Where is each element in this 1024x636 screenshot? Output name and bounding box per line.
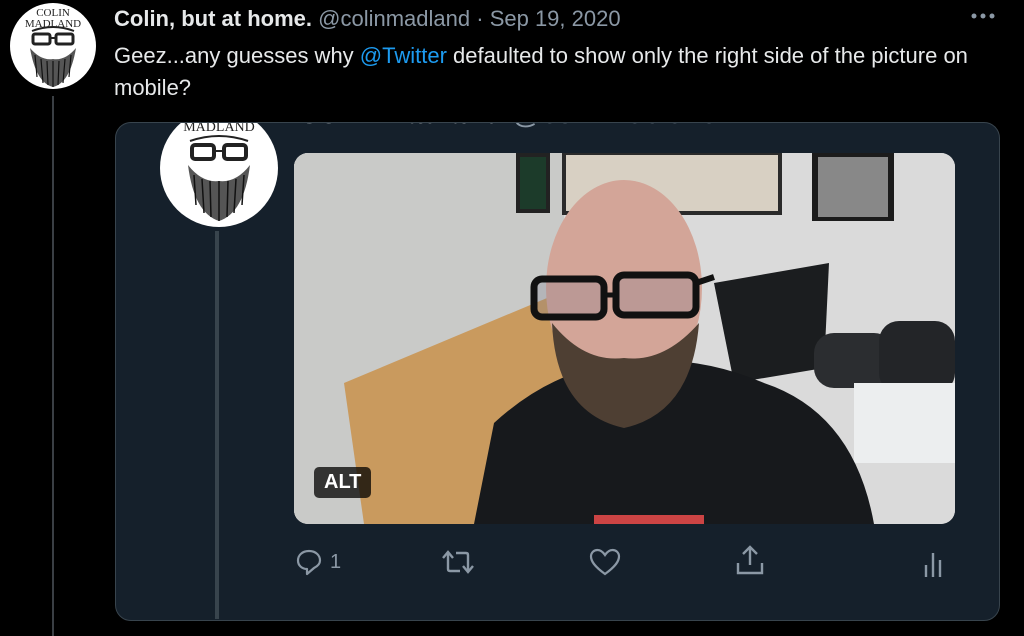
embedded-avatar-text: MADLAND	[183, 122, 255, 135]
analytics-icon	[924, 553, 942, 577]
tweet-header: Colin, but at home. @colinmadland · Sep …	[114, 6, 621, 32]
embedded-time: 12m	[727, 123, 785, 130]
retweet-button[interactable]	[440, 547, 476, 577]
like-button[interactable]	[588, 547, 622, 577]
tweet-text: Geez...any guesses why @Twitter defaulte…	[114, 40, 1004, 104]
shirt-print	[594, 515, 704, 524]
embedded-author-handle: @colinmadland	[511, 123, 718, 130]
glasses-right	[612, 271, 700, 319]
tweet-date[interactable]: Sep 19, 2020	[490, 6, 621, 31]
tweet-photo[interactable]: ALT	[294, 153, 955, 524]
avatar-text-line2: MADLAND	[25, 18, 81, 30]
heart-icon	[589, 548, 621, 576]
reply-icon	[296, 549, 322, 576]
more-horizontal-icon[interactable]	[968, 7, 998, 25]
header-separator: ·	[476, 6, 484, 31]
embedded-tweet-header: Colin Madland @colinmadland 12m	[298, 123, 785, 131]
alt-badge[interactable]: ALT	[314, 467, 372, 498]
mention-link[interactable]: @Twitter	[360, 43, 447, 68]
embedded-author-name: Colin Madland	[298, 123, 503, 130]
author-handle[interactable]: @colinmadland	[318, 6, 470, 31]
embedded-thread-line	[215, 231, 219, 619]
share-button[interactable]	[734, 543, 766, 577]
reply-button[interactable]: 1	[294, 547, 341, 577]
author-name[interactable]: Colin, but at home.	[114, 6, 312, 31]
embedded-screenshot-card[interactable]: Colin Madland @colinmadland 12m MADLAND	[115, 122, 1000, 621]
retweet-icon	[442, 550, 474, 574]
analytics-button[interactable]	[922, 547, 948, 579]
photo-scene	[294, 153, 955, 524]
embedded-avatar: MADLAND	[160, 122, 278, 227]
chair	[714, 263, 829, 383]
reply-count: 1	[330, 550, 342, 573]
tweet-text-before: Geez...any guesses why	[114, 43, 360, 68]
author-avatar[interactable]: COLIN MADLAND	[10, 3, 96, 89]
glasses-left	[530, 275, 608, 321]
share-icon	[736, 545, 764, 575]
thread-line	[52, 96, 54, 636]
